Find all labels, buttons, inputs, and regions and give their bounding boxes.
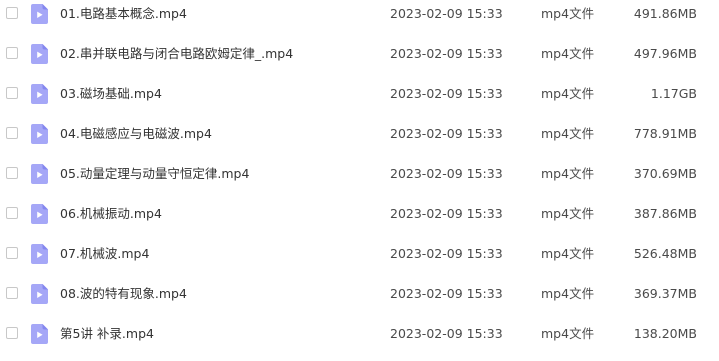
file-name[interactable]: 08.波的特有现象.mp4	[60, 285, 187, 303]
video-file-icon	[31, 284, 48, 304]
file-size: 138.20MB	[633, 326, 697, 341]
file-row[interactable]: 07.机械波.mp4 2023-02-09 15:33 mp4文件 526.48…	[0, 234, 719, 274]
file-type: mp4文件	[541, 286, 595, 301]
file-date: 2023-02-09 15:33	[390, 126, 503, 141]
row-checkbox[interactable]	[6, 47, 18, 59]
file-size: 491.86MB	[633, 6, 697, 21]
file-size: 526.48MB	[633, 246, 697, 261]
file-date: 2023-02-09 15:33	[390, 166, 503, 181]
file-size: 1.17GB	[650, 86, 697, 101]
file-date: 2023-02-09 15:33	[390, 246, 503, 261]
file-row[interactable]: 第5讲 补录.mp4 2023-02-09 15:33 mp4文件 138.20…	[0, 314, 719, 354]
file-row[interactable]: 01.电路基本概念.mp4 2023-02-09 15:33 mp4文件 491…	[0, 0, 719, 34]
row-checkbox[interactable]	[6, 247, 18, 259]
row-checkbox[interactable]	[6, 7, 18, 19]
file-name[interactable]: 01.电路基本概念.mp4	[60, 5, 187, 23]
file-type: mp4文件	[541, 126, 595, 141]
row-checkbox[interactable]	[6, 327, 18, 339]
file-name[interactable]: 04.电磁感应与电磁波.mp4	[60, 125, 212, 143]
file-name[interactable]: 第5讲 补录.mp4	[60, 325, 154, 343]
row-checkbox[interactable]	[6, 127, 18, 139]
row-checkbox[interactable]	[6, 167, 18, 179]
file-name[interactable]: 06.机械振动.mp4	[60, 205, 162, 223]
file-type: mp4文件	[541, 246, 595, 261]
file-size: 387.86MB	[633, 206, 697, 221]
file-name[interactable]: 02.串并联电路与闭合电路欧姆定律_.mp4	[60, 45, 293, 63]
file-type: mp4文件	[541, 166, 595, 181]
file-date: 2023-02-09 15:33	[390, 206, 503, 221]
file-type: mp4文件	[541, 206, 595, 221]
video-file-icon	[31, 204, 48, 224]
file-row[interactable]: 04.电磁感应与电磁波.mp4 2023-02-09 15:33 mp4文件 7…	[0, 114, 719, 154]
file-row[interactable]: 03.磁场基础.mp4 2023-02-09 15:33 mp4文件 1.17G…	[0, 74, 719, 114]
file-date: 2023-02-09 15:33	[390, 326, 503, 341]
file-date: 2023-02-09 15:33	[390, 286, 503, 301]
file-list: 01.电路基本概念.mp4 2023-02-09 15:33 mp4文件 491…	[0, 0, 719, 354]
file-row[interactable]: 06.机械振动.mp4 2023-02-09 15:33 mp4文件 387.8…	[0, 194, 719, 234]
row-checkbox[interactable]	[6, 287, 18, 299]
row-checkbox[interactable]	[6, 87, 18, 99]
file-name[interactable]: 07.机械波.mp4	[60, 245, 149, 263]
video-file-icon	[31, 84, 48, 104]
file-name[interactable]: 05.动量定理与动量守恒定律.mp4	[60, 165, 249, 183]
file-type: mp4文件	[541, 6, 595, 21]
file-date: 2023-02-09 15:33	[390, 46, 503, 61]
file-size: 778.91MB	[633, 126, 697, 141]
file-type: mp4文件	[541, 86, 595, 101]
video-file-icon	[31, 4, 48, 24]
file-date: 2023-02-09 15:33	[390, 86, 503, 101]
file-size: 369.37MB	[633, 286, 697, 301]
file-row[interactable]: 08.波的特有现象.mp4 2023-02-09 15:33 mp4文件 369…	[0, 274, 719, 314]
file-row[interactable]: 05.动量定理与动量守恒定律.mp4 2023-02-09 15:33 mp4文…	[0, 154, 719, 194]
video-file-icon	[31, 164, 48, 184]
file-name[interactable]: 03.磁场基础.mp4	[60, 85, 162, 103]
video-file-icon	[31, 244, 48, 264]
row-checkbox[interactable]	[6, 207, 18, 219]
video-file-icon	[31, 324, 48, 344]
video-file-icon	[31, 44, 48, 64]
video-file-icon	[31, 124, 48, 144]
file-row[interactable]: 02.串并联电路与闭合电路欧姆定律_.mp4 2023-02-09 15:33 …	[0, 34, 719, 74]
file-type: mp4文件	[541, 46, 595, 61]
file-date: 2023-02-09 15:33	[390, 6, 503, 21]
file-type: mp4文件	[541, 326, 595, 341]
file-size: 497.96MB	[633, 46, 697, 61]
file-size: 370.69MB	[633, 166, 697, 181]
